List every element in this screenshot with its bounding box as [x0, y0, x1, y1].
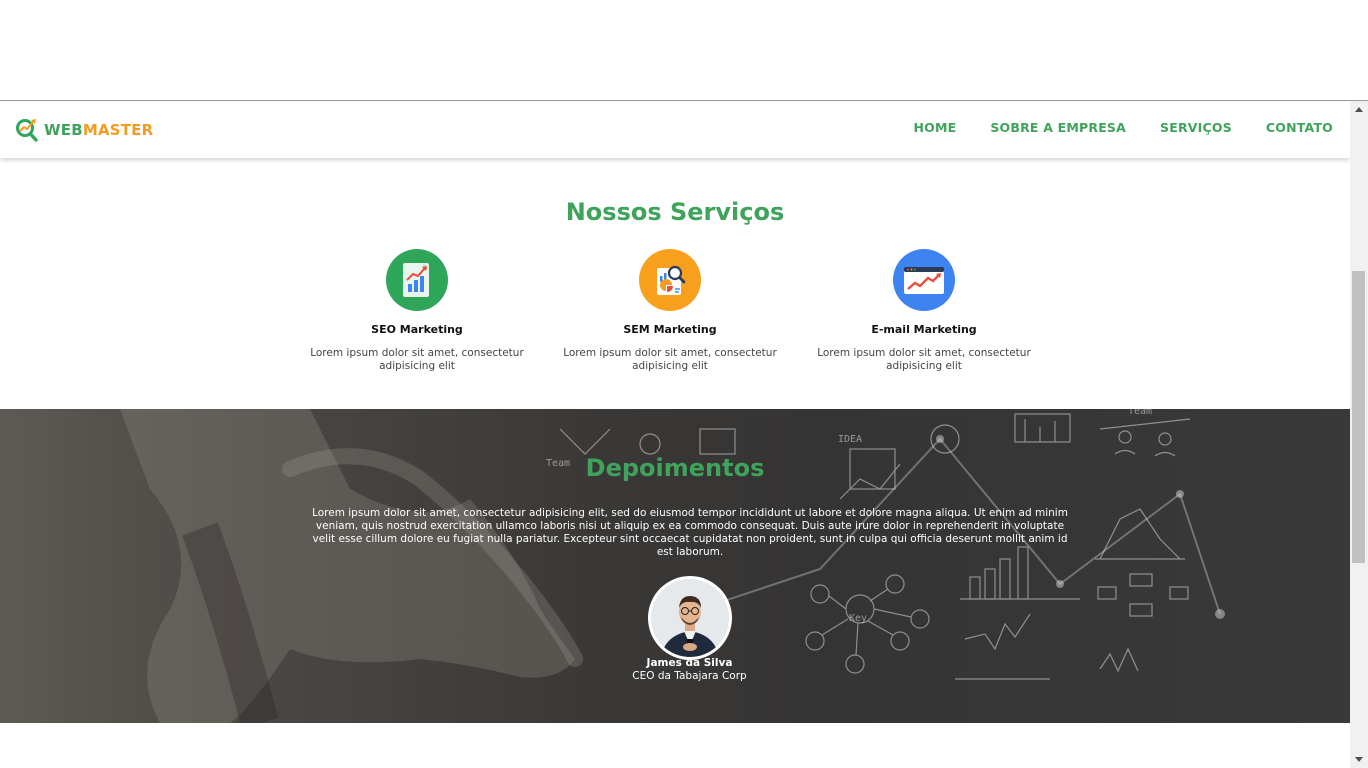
services-section: Nossos Serviços SEO Marketing Lorem ipsu… [0, 158, 1350, 409]
testimonial-author-role: CEO da Tabajara Corp [632, 670, 747, 682]
navbar: WEBMASTER HOME SOBRE A EMPRESA SERVIÇOS … [0, 101, 1350, 158]
main-nav: HOME SOBRE A EMPRESA SERVIÇOS CONTATO [913, 120, 1333, 135]
scrollbar-thumb[interactable] [1352, 271, 1365, 563]
brand-name: WEBMASTER [44, 121, 154, 139]
service-seo: SEO Marketing Lorem ipsum dolor sit amet… [297, 249, 537, 373]
service-sem: SEM Marketing Lorem ipsum dolor sit amet… [550, 249, 790, 373]
logo[interactable]: WEBMASTER [15, 117, 153, 143]
nav-servicos[interactable]: SERVIÇOS [1160, 120, 1232, 135]
service-name: SEO Marketing [371, 323, 463, 336]
browser-top-area [0, 0, 1368, 101]
testimonial-author-name: James da Silva [646, 657, 733, 669]
service-description: Lorem ipsum dolor sit amet, consectetur … [310, 347, 524, 372]
service-description: Lorem ipsum dolor sit amet, consectetur … [817, 347, 1031, 372]
testimonials-section: IDEA Team Key Team Depoimentos Lorem ips… [0, 409, 1350, 723]
seo-chart-icon [386, 249, 448, 311]
service-name: E-mail Marketing [871, 323, 977, 336]
analytics-magnifier-icon [639, 249, 701, 311]
vertical-scrollbar[interactable] [1350, 101, 1368, 768]
magnifier-logo-icon [16, 119, 38, 142]
service-email: E-mail Marketing Lorem ipsum dolor sit a… [804, 249, 1044, 373]
testimonials-title: Depoimentos [585, 454, 765, 482]
nav-sobre-a-empresa[interactable]: SOBRE A EMPRESA [990, 120, 1126, 135]
nav-home[interactable]: HOME [913, 120, 956, 135]
nav-contato[interactable]: CONTATO [1266, 120, 1333, 135]
service-description: Lorem ipsum dolor sit amet, consectetur … [563, 347, 777, 372]
sketch-label-key: Key [849, 613, 867, 624]
person-photo [651, 579, 729, 657]
page-viewport: WEBMASTER HOME SOBRE A EMPRESA SERVIÇOS … [0, 101, 1350, 768]
service-name: SEM Marketing [623, 323, 717, 336]
testimonial-quote: Lorem ipsum dolor sit amet, consectetur … [312, 507, 1068, 558]
scroll-up-arrow-icon[interactable] [1350, 101, 1368, 118]
sketch-label-team-right: Team [1128, 409, 1152, 417]
avatar [648, 576, 732, 660]
services-title: Nossos Serviços [565, 198, 785, 226]
sketch-label-idea: IDEA [838, 434, 862, 445]
scroll-down-arrow-icon[interactable] [1350, 751, 1368, 768]
browser-trend-icon [893, 249, 955, 311]
